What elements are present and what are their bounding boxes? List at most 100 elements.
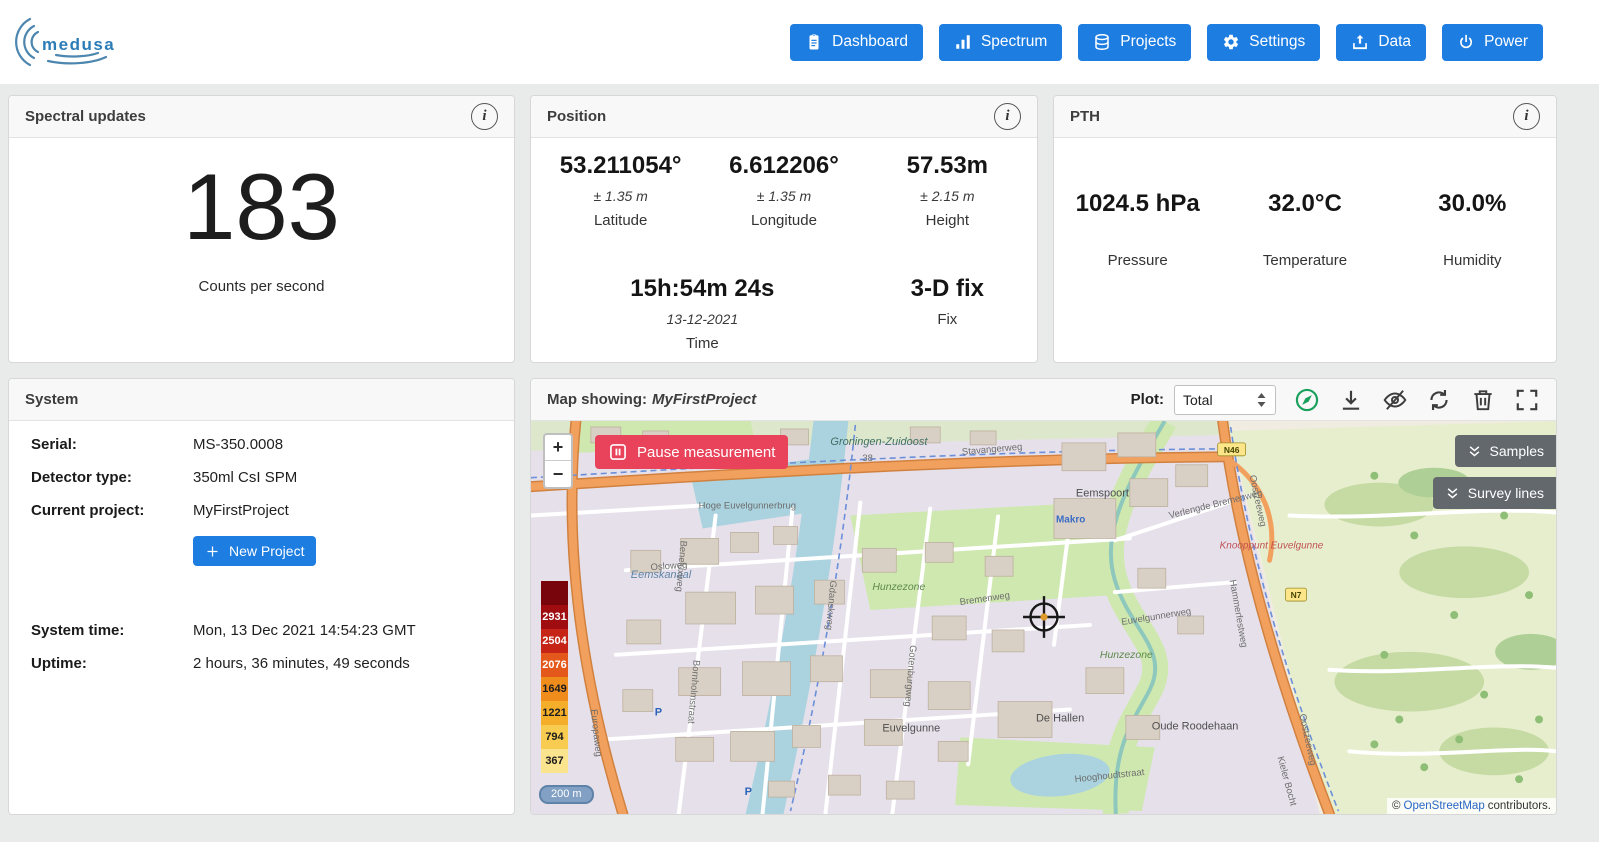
osm-link[interactable]: OpenStreetMap [1404,800,1485,812]
center-position-button[interactable] [1294,387,1320,413]
zoom-in-button[interactable]: + [545,435,571,461]
humidity-value: 30.0% [1389,190,1556,218]
time-date: 13-12-2021 [539,311,866,327]
map-title-prefix: Map showing: [547,391,647,408]
nav-label: Power [1484,33,1528,51]
nav-label: Settings [1249,33,1305,51]
pause-measurement-button[interactable]: Pause measurement [595,435,788,469]
nav-settings-button[interactable]: Settings [1207,24,1320,61]
height-error: ± 2.15 m [866,188,1029,204]
legend-cell: 1221 [541,701,568,725]
fix-value: 3-D fix [866,275,1029,303]
temperature-metric: 32.0°C Temperature [1221,190,1388,362]
height-label: Height [866,212,1029,229]
system-card-title: System [25,391,78,408]
select-arrows-icon [1256,392,1267,408]
uptime-label: Uptime: [31,654,193,674]
samples-button[interactable]: Samples [1455,435,1556,467]
map-canvas[interactable]: Groningen-Zuidoost 38 Hoge Euvelgunnerbr… [531,421,1556,814]
pressure-value: 1024.5 hPa [1054,190,1221,218]
gps-marker-center [1040,613,1047,620]
detector-type-value: 350ml CsI SPM [193,468,297,488]
longitude-value: 6.612206° [702,152,865,180]
nav-spectrum-button[interactable]: Spectrum [939,24,1062,61]
nav-label: Projects [1120,33,1176,51]
longitude-label: Longitude [702,212,865,229]
humidity-metric: 30.0% Humidity [1389,190,1556,362]
hide-layers-button[interactable] [1382,387,1408,413]
fullscreen-button[interactable] [1514,387,1540,413]
dashboard-grid: Spectral updates 183 Counts per second P… [0,84,1599,815]
spectral-updates-card: Spectral updates 183 Counts per second [8,95,515,363]
map[interactable]: Groningen-Zuidoost 38 Hoge Euvelgunnerbr… [531,421,1556,814]
survey-lines-button[interactable]: Survey lines [1433,477,1556,509]
new-project-button[interactable]: New Project [193,536,316,566]
nav-dashboard-button[interactable]: Dashboard [790,24,923,61]
delete-button[interactable] [1470,387,1496,413]
height-metric: 57.53m ± 2.15 m Height [866,152,1029,239]
system-time-row: System time: Mon, 13 Dec 2021 14:54:23 G… [31,621,492,641]
attribution-text: contributors. [1488,800,1551,812]
legend-cell: 367 [541,749,568,773]
map-label: Knooppunt Euvelgunne [1220,540,1324,551]
legend-cell: 2931 [541,605,568,629]
map-label: 38 [862,453,873,464]
latitude-value: 53.211054° [539,152,702,180]
map-label: De Hallen [1036,712,1084,724]
pth-card-body: 1024.5 hPa Pressure 32.0°C Temperature 3… [1054,138,1556,362]
time-label: Time [539,335,866,352]
info-icon[interactable] [994,103,1021,130]
map-label: Hunzezone [1100,650,1153,661]
height-value: 57.53m [866,152,1029,180]
uptime-value: 2 hours, 36 minutes, 49 seconds [193,654,410,674]
nav-projects-button[interactable]: Projects [1078,24,1191,61]
nav-power-button[interactable]: Power [1442,24,1543,61]
map-label: Euvelgunne [882,722,940,734]
upload-icon [1351,33,1369,51]
fix-label: Fix [866,311,1029,328]
refresh-button[interactable] [1426,387,1452,413]
map-label: Groningen-Zuidoost [830,436,928,448]
app-header: medusa Dashboard Spectrum Projects [0,0,1599,84]
spectral-card-header: Spectral updates [9,96,514,138]
gear-icon [1222,33,1240,51]
serial-row: Serial: MS-350.0008 [31,435,492,455]
position-card-body: 53.211054° ± 1.35 m Latitude 6.612206° ±… [531,138,1037,362]
download-button[interactable] [1338,387,1364,413]
spectral-card-body: 183 Counts per second [9,138,514,362]
current-project-value: MyFirstProject [193,501,289,521]
time-metric: 15h:54m 24s 13-12-2021 Time [539,275,866,362]
position-card-header: Position [531,96,1037,138]
fullscreen-icon [1514,387,1540,413]
new-project-button-label: New Project [229,543,304,559]
plot-select-value: Total [1183,392,1213,408]
map-legend: 2931 2504 2076 1649 1221 794 367 [541,581,568,773]
clipboard-icon [805,33,823,51]
counts-value: 183 [9,160,514,254]
compass-icon [1294,387,1320,413]
legend-cell: 1649 [541,677,568,701]
double-chevron-down-icon [1445,486,1460,501]
map-label: Oude Roodehaan [1152,720,1239,732]
map-label: Hoge Euvelgunnerbrug [699,501,796,512]
survey-lines-button-label: Survey lines [1468,485,1544,501]
nav-data-button[interactable]: Data [1336,24,1426,61]
temperature-label: Temperature [1221,252,1388,269]
trash-icon [1470,387,1496,413]
detector-type-row: Detector type: 350ml CsI SPM [31,468,492,488]
fix-metric: 3-D fix Fix [866,275,1029,362]
info-icon[interactable] [1513,103,1540,130]
eye-off-icon [1382,387,1408,413]
time-value: 15h:54m 24s [539,275,866,303]
info-icon[interactable] [471,103,498,130]
latitude-metric: 53.211054° ± 1.35 m Latitude [539,152,702,239]
latitude-label: Latitude [539,212,702,229]
temperature-value: 32.0°C [1221,190,1388,218]
plot-select[interactable]: Total [1174,385,1276,415]
position-card-title: Position [547,108,606,125]
map-label: Hunzezone [872,582,925,593]
system-time-value: Mon, 13 Dec 2021 14:54:23 GMT [193,621,416,641]
plot-label: Plot: [1131,391,1164,408]
pth-card: PTH 1024.5 hPa Pressure 32.0°C Temperatu… [1053,95,1557,363]
zoom-out-button[interactable]: − [545,461,571,487]
